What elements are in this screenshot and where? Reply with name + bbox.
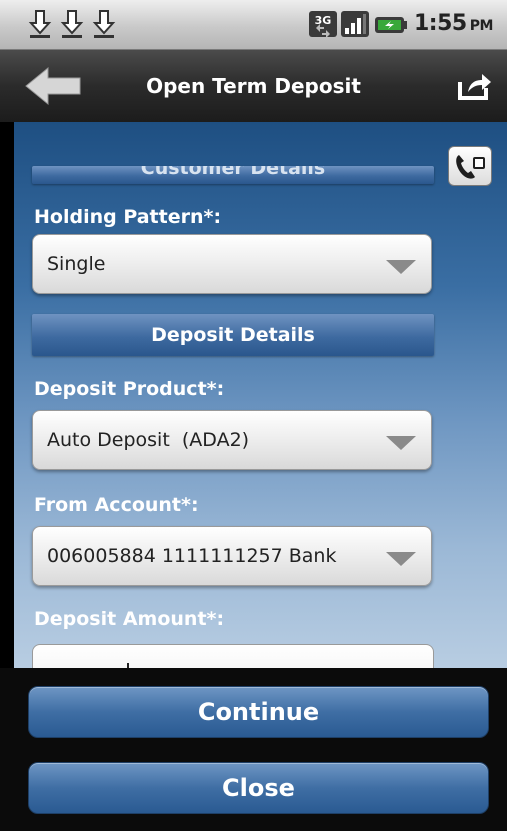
action-bar: Continue Close xyxy=(0,668,507,831)
section-deposit-details: Deposit Details xyxy=(32,314,434,356)
section-customer-details: Customer Details xyxy=(32,166,434,184)
deposit-amount-label: Deposit Amount*: xyxy=(34,608,225,630)
deposit-product-label: Deposit Product*: xyxy=(34,378,225,400)
close-button[interactable]: Close xyxy=(28,762,489,814)
deposit-product-select[interactable]: Auto Deposit (ADA2) xyxy=(32,410,432,470)
clock-ampm: PM xyxy=(469,18,494,34)
from-account-select[interactable]: 006005884 1111111257 Bank xyxy=(32,526,432,586)
download-icon xyxy=(60,8,84,40)
continue-button[interactable]: Continue xyxy=(28,686,489,738)
network-3g-icon: 3G xyxy=(308,10,338,38)
deposit-amount-input[interactable]: 10000 xyxy=(32,644,434,668)
chevron-down-icon xyxy=(386,436,416,450)
network-label: 3G xyxy=(315,14,332,27)
holding-pattern-select[interactable]: Single xyxy=(32,234,432,294)
form-content[interactable]: Customer Details Holding Pattern*: Singl… xyxy=(14,122,507,668)
download-icon xyxy=(92,8,116,40)
chevron-down-icon xyxy=(386,260,416,274)
status-clock: 1:55 PM xyxy=(414,11,493,36)
deposit-product-value: Auto Deposit (ADA2) xyxy=(47,429,250,451)
holding-pattern-value: Single xyxy=(47,253,106,275)
title-bar: Open Term Deposit xyxy=(0,50,507,122)
download-icon xyxy=(28,8,52,40)
call-icon[interactable] xyxy=(448,146,492,186)
page-title: Open Term Deposit xyxy=(146,74,361,98)
chevron-down-icon xyxy=(386,552,416,566)
battery-charging-icon xyxy=(374,16,408,34)
share-icon[interactable] xyxy=(456,70,492,102)
from-account-value: 006005884 1111111257 Bank xyxy=(47,545,337,567)
signal-strength-icon xyxy=(340,10,370,38)
clock-time: 1:55 xyxy=(414,11,467,36)
status-bar: 3G 1:55 PM xyxy=(0,0,507,50)
from-account-label: From Account*: xyxy=(34,494,199,516)
holding-pattern-label: Holding Pattern*: xyxy=(34,206,222,228)
